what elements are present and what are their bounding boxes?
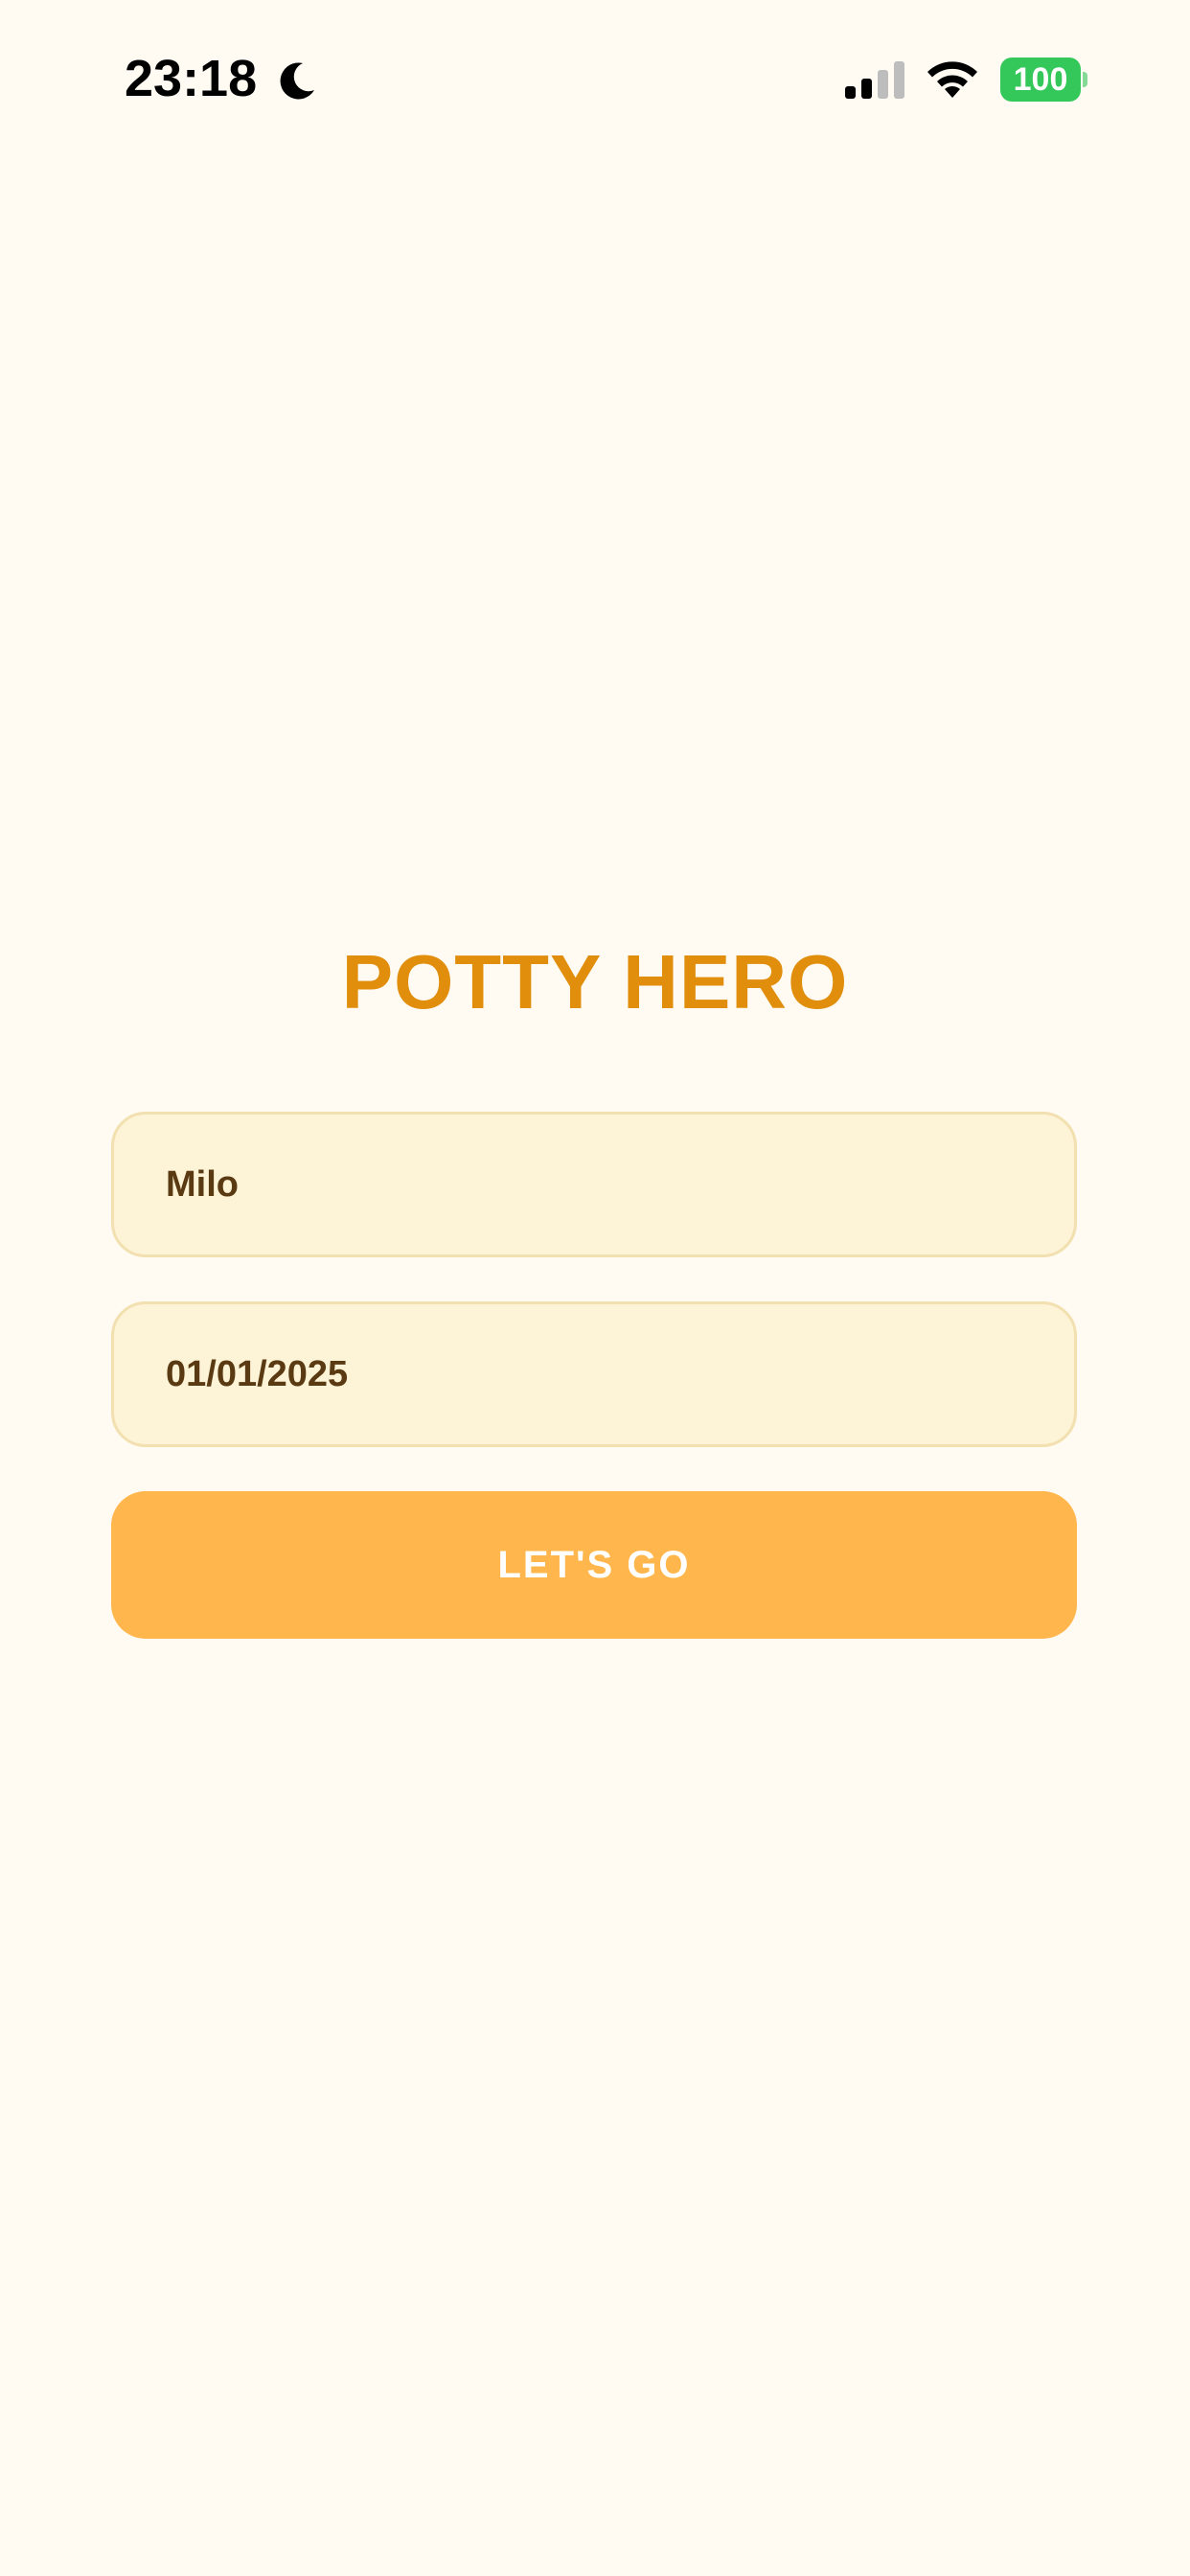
status-time: 23:18 <box>125 50 258 107</box>
battery-level: 100 <box>1013 61 1068 98</box>
moon-icon <box>280 62 314 100</box>
birth-date-input[interactable] <box>111 1301 1077 1447</box>
child-name-input[interactable] <box>111 1112 1077 1257</box>
wifi-icon <box>927 61 977 98</box>
battery-body: 100 <box>1000 58 1081 102</box>
battery-tip <box>1083 72 1087 87</box>
app-title: POTTY HERO <box>341 939 849 1024</box>
lets-go-button[interactable]: LET'S GO <box>111 1491 1077 1639</box>
battery-icon: 100 <box>1000 58 1087 102</box>
status-bar: 23:18 100 <box>0 0 1190 144</box>
signal-icon <box>845 61 904 99</box>
